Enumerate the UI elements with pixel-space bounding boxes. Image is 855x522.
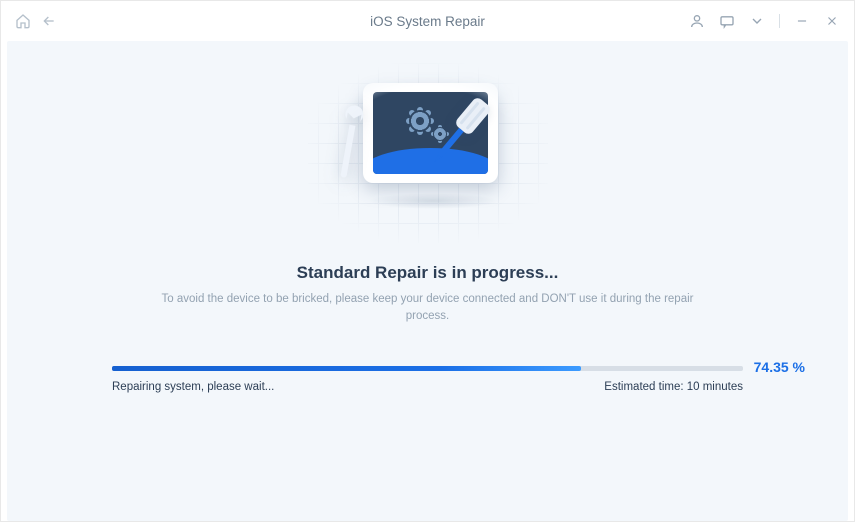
progress-bar	[112, 366, 743, 371]
repair-illustration	[308, 63, 548, 243]
progress-percent: 74.35 %	[754, 359, 805, 375]
user-icon[interactable]	[689, 13, 705, 29]
minimize-icon[interactable]	[794, 13, 810, 29]
progress-area: 74.35 % Repairing system, please wait...…	[112, 366, 743, 393]
content-area: Standard Repair is in progress... To avo…	[7, 41, 848, 521]
gear-icon	[409, 110, 431, 132]
feedback-icon[interactable]	[719, 13, 735, 29]
progress-subtext: To avoid the device to be bricked, pleas…	[148, 291, 708, 326]
home-icon[interactable]	[15, 13, 31, 29]
chevron-down-icon[interactable]	[749, 13, 765, 29]
progress-estimated-time: Estimated time: 10 minutes	[604, 381, 743, 393]
titlebar: iOS System Repair	[1, 1, 854, 41]
wrench-icon	[331, 104, 367, 187]
close-icon[interactable]	[824, 13, 840, 29]
progress-status-text: Repairing system, please wait...	[112, 381, 274, 393]
separator	[779, 14, 780, 28]
gear-icon	[433, 127, 447, 141]
back-icon[interactable]	[41, 13, 57, 29]
progress-bar-fill	[112, 366, 581, 371]
progress-heading: Standard Repair is in progress...	[7, 263, 848, 283]
